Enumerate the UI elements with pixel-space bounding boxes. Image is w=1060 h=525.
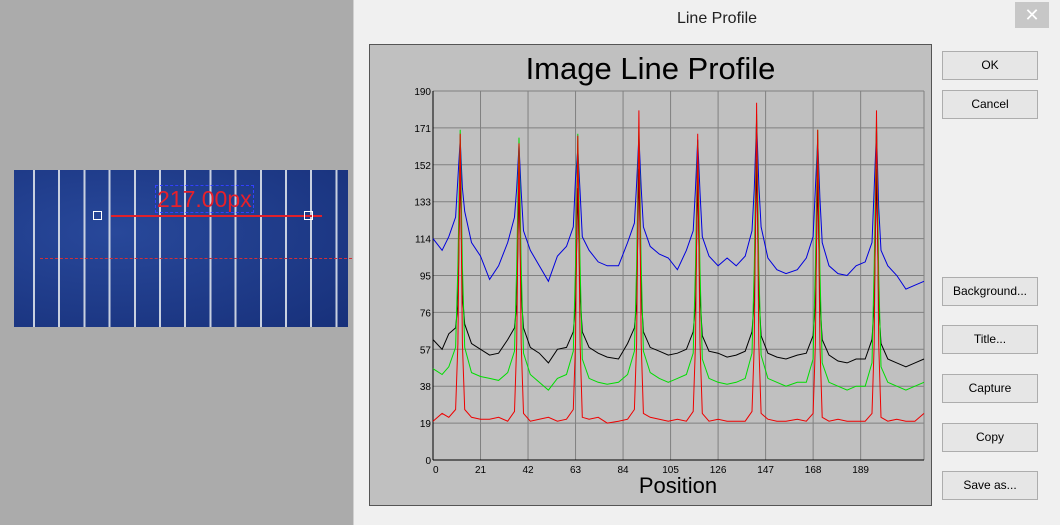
profile-line[interactable] <box>40 258 357 259</box>
measurement-handle-start[interactable] <box>93 211 102 220</box>
y-tick-label: 38 <box>420 382 432 393</box>
close-button[interactable]: ✕ <box>1015 2 1049 28</box>
y-tick-label: 152 <box>414 161 431 172</box>
capture-button[interactable]: Capture <box>942 374 1038 403</box>
solar-cell-image[interactable]: 217.00px <box>14 170 357 327</box>
save-as-button[interactable]: Save as... <box>942 471 1038 500</box>
chart-panel: Image Line Profile 0 21 42 63 84 105 126 147 168… <box>369 44 932 506</box>
dialog-title: Line Profile <box>676 10 758 27</box>
y-tick-label: 114 <box>415 235 431 246</box>
line-profile-dialog: Line Profile ✕ Image Line Profile 0 21 42 6… <box>353 0 1060 525</box>
y-tick-label: 190 <box>414 87 431 98</box>
y-tick-label: 0 <box>425 456 431 467</box>
series-line-2 <box>432 114 925 391</box>
copy-button[interactable]: Copy <box>942 423 1038 452</box>
measurement-handle-end[interactable] <box>304 211 313 220</box>
y-tick-label: 19 <box>420 419 432 430</box>
title-button[interactable]: Title... <box>942 325 1038 354</box>
series-line-3 <box>432 102 925 424</box>
measurement-line[interactable] <box>111 215 322 217</box>
x-axis-label: Position <box>638 473 718 498</box>
line-profile-chart: 0 21 42 63 84 105 126 147 168 1890193857769511413… <box>414 87 925 476</box>
y-tick-label: 76 <box>420 308 432 319</box>
series-line-0 <box>432 120 925 290</box>
y-tick-label: 133 <box>414 198 431 209</box>
background-button[interactable]: Background... <box>942 277 1038 306</box>
y-tick-label: 95 <box>420 272 432 283</box>
y-tick-label: 171 <box>414 124 431 135</box>
cancel-button[interactable]: Cancel <box>942 90 1038 119</box>
series-line-1 <box>432 158 925 368</box>
measurement-label: 217.00px <box>155 185 254 213</box>
ok-button[interactable]: OK <box>942 51 1038 80</box>
y-tick-label: 57 <box>420 345 432 356</box>
